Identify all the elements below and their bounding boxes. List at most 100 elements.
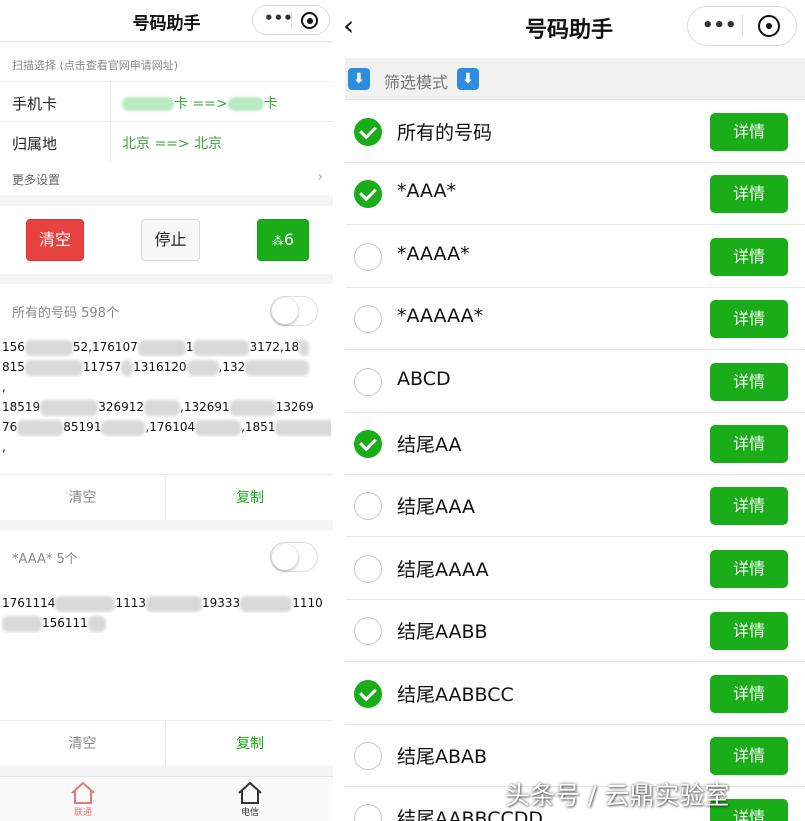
number-line: ,: [2, 440, 6, 454]
detail-button[interactable]: 详情: [710, 113, 788, 151]
detail-button[interactable]: 详情: [710, 549, 788, 588]
filter-mode-header: ⬇ 筛选模式 ⬇: [345, 58, 805, 100]
filter-option-row[interactable]: 所有的号码 详情: [345, 101, 805, 163]
checked-circle-icon[interactable]: [354, 679, 382, 708]
filter-option-label: ABCD: [397, 367, 451, 390]
filter-option-row[interactable]: 结尾AABB 详情: [345, 600, 805, 663]
section-clear-button[interactable]: 清空: [0, 475, 166, 521]
unchecked-circle-icon[interactable]: [354, 242, 382, 271]
settings-card: 扫描选择 (点击查看官网申请网址) 手机卡 卡 ==> 卡 归属地 北京 ==> …: [0, 43, 333, 195]
unchecked-circle-icon[interactable]: [354, 617, 382, 646]
number-line: ,: [2, 380, 6, 394]
filter-option-label: 结尾ABAB: [397, 746, 488, 768]
checked-circle-icon[interactable]: [354, 180, 382, 209]
detail-button[interactable]: 详情: [710, 737, 788, 775]
right-nav-bar: ‹ 号码助手 •••: [333, 0, 805, 56]
detail-button[interactable]: 详情: [710, 175, 788, 214]
filter-option-label: 结尾AABBCC: [397, 683, 514, 706]
filter-mode-title: 筛选模式: [384, 73, 449, 92]
number-line: 815 11757 1316120,132: [2, 357, 331, 377]
unchecked-circle-icon[interactable]: [354, 305, 382, 334]
filter-option-row[interactable]: *AAAAA* 详情: [345, 288, 805, 351]
tab-label: 联通: [73, 808, 92, 818]
filter-option-label: 所有的号码: [397, 122, 493, 144]
checked-circle-icon[interactable]: [354, 118, 382, 146]
sim-card-value: 卡 ==> 卡: [122, 93, 278, 113]
unchecked-circle-icon[interactable]: [354, 492, 382, 521]
number-list-text: 156 52,176107 1 3172,18 815 11757 1316120,132…: [2, 337, 331, 473]
number-line: 156 52,176107 1 3172,18: [2, 337, 331, 357]
detail-button[interactable]: 详情: [710, 300, 788, 339]
unchecked-circle-icon[interactable]: [354, 554, 382, 583]
section-actions: 清空 复制: [0, 474, 333, 521]
section-copy-button[interactable]: 复制: [167, 721, 333, 767]
loading-spinner-icon: ⁂: [271, 234, 284, 248]
aaa-numbers-section: *AAA* 5个 1761114 1113 19333 1110 156111 清空 …: [0, 530, 333, 767]
close-target-icon[interactable]: [301, 12, 318, 29]
section-title: *AAA* 5个: [12, 552, 78, 567]
filter-option-row[interactable]: 结尾AAAA 详情: [345, 537, 805, 600]
toggle-switch[interactable]: [270, 542, 318, 572]
detail-button[interactable]: 详情: [710, 674, 788, 713]
left-screen: 号码助手 ••• 扫描选择 (点击查看官网申请网址) 手机卡 卡 ==> 卡 归属…: [0, 0, 333, 821]
clear-button[interactable]: 清空: [26, 219, 84, 261]
number-line: 76 85191,176104,1851: [2, 417, 331, 437]
sim-card-row[interactable]: 手机卡 卡 ==> 卡: [0, 81, 333, 122]
sim-card-label: 手机卡: [12, 95, 58, 113]
progress-button[interactable]: ⁂6: [257, 219, 309, 261]
filter-option-label: 结尾AAAA: [397, 558, 489, 581]
location-row[interactable]: 归属地 北京 ==> 北京: [0, 121, 333, 162]
tab-label: 电信: [240, 808, 259, 818]
checked-circle-icon[interactable]: [354, 430, 382, 458]
location-value: 北京 ==> 北京: [122, 136, 223, 152]
filter-option-row[interactable]: 结尾AABBCC 详情: [345, 662, 805, 725]
detail-button[interactable]: 详情: [710, 612, 788, 651]
home-icon: [238, 781, 262, 804]
detail-button[interactable]: 详情: [710, 425, 788, 463]
all-numbers-section: 所有的号码 598个 156 52,176107 1 3172,18 815 11757…: [0, 284, 333, 521]
filter-option-row[interactable]: *AAAA* 详情: [345, 225, 805, 288]
chevron-right-icon: ›: [317, 169, 323, 185]
filter-option-row[interactable]: ABCD 详情: [345, 350, 805, 413]
tab-telecom[interactable]: 电信: [167, 777, 333, 821]
left-capsule-menu: •••: [252, 5, 330, 35]
filter-option-row[interactable]: 结尾AAA 详情: [345, 475, 805, 538]
down-arrow-icon: ⬇: [457, 68, 479, 90]
filter-option-row[interactable]: 结尾AA 详情: [345, 413, 805, 475]
stop-button[interactable]: 停止: [141, 219, 200, 261]
close-target-icon[interactable]: [758, 15, 780, 37]
scan-hint-link[interactable]: 扫描选择 (点击查看官网申请网址): [12, 57, 178, 73]
section-clear-button[interactable]: 清空: [0, 721, 166, 767]
number-list-text: 1761114 1113 19333 1110 156111: [2, 593, 331, 729]
filter-option-label: *AAAA*: [397, 242, 470, 265]
detail-button[interactable]: 详情: [710, 487, 788, 526]
unchecked-circle-icon[interactable]: [354, 367, 382, 396]
left-nav-bar: 号码助手 •••: [0, 0, 333, 42]
filter-option-label: *AAAAA*: [397, 305, 484, 328]
number-line: 18519 326912,132691 13269: [2, 399, 314, 416]
control-buttons: 清空 停止 ⁂6: [0, 206, 333, 274]
home-icon: [71, 781, 95, 804]
more-dots-icon[interactable]: •••: [702, 15, 737, 36]
more-settings-link[interactable]: 更多设置: [12, 171, 60, 188]
section-copy-button[interactable]: 复制: [167, 475, 333, 521]
redacted-blur: [227, 97, 264, 111]
toggle-switch[interactable]: [270, 296, 318, 326]
watermark-text: 头条号 / 云鼎实验室: [505, 781, 730, 810]
filter-option-row[interactable]: *AAA* 详情: [345, 163, 805, 226]
unchecked-circle-icon[interactable]: [354, 742, 382, 770]
number-line: 156111: [2, 613, 331, 633]
unchecked-circle-icon[interactable]: [354, 804, 382, 821]
right-screen: ‹ 号码助手 ••• ⬇ 筛选模式 ⬇ 所有的号码 详情 *AAA* 详情 *AAAA*…: [333, 0, 805, 821]
filter-option-label: *AAA*: [397, 180, 457, 203]
more-dots-icon[interactable]: •••: [264, 9, 293, 27]
detail-button[interactable]: 详情: [710, 362, 788, 401]
number-line: 1761114 1113 19333 1110: [2, 595, 323, 612]
filter-option-label: 结尾AA: [397, 434, 462, 456]
tab-unicom[interactable]: 联通: [0, 777, 166, 821]
detail-button[interactable]: 详情: [710, 237, 788, 276]
filter-option-label: 结尾AAA: [397, 496, 476, 519]
redacted-blur: [122, 97, 174, 111]
tab-bar: 联通 电信: [0, 776, 333, 821]
down-arrow-icon: ⬇: [348, 68, 370, 90]
